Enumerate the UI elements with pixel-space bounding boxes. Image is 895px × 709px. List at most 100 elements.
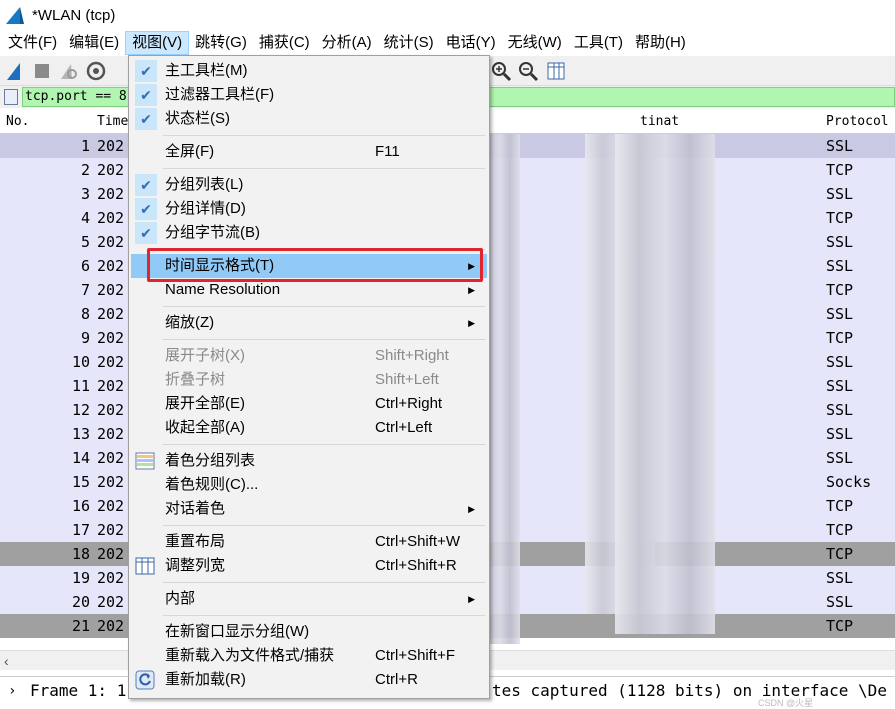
cell-no: 1 [80, 137, 90, 155]
frame-summary-left[interactable]: Frame 1: 1 [30, 681, 126, 700]
menu-item-shortcut: Shift+Left [375, 371, 439, 388]
cell-time: 202 [97, 305, 125, 323]
view-menu-item[interactable]: 调整列宽 Ctrl+Shift+R [131, 554, 487, 578]
view-menu-item: 展开子树(X) Shift+Right [131, 344, 487, 368]
menu-item-label: 折叠子树 [165, 371, 226, 388]
cell-time: 202 [97, 617, 125, 635]
cell-no: 20 [71, 593, 90, 611]
menu-6[interactable]: 统计(S) [378, 31, 440, 55]
menu-separator [163, 168, 485, 169]
menu-7[interactable]: 电话(Y) [440, 31, 502, 55]
view-menu-item[interactable]: ✔ 分组字节流(B) [131, 221, 487, 245]
cell-no: 21 [71, 617, 90, 635]
cell-protocol: TCP [826, 545, 854, 563]
cell-no: 12 [71, 401, 90, 419]
view-menu-item[interactable]: 在新窗口显示分组(W) [131, 620, 487, 644]
scroll-left-icon[interactable]: ‹ [4, 653, 9, 669]
view-menu-item[interactable]: 重新载入为文件格式/捕获 Ctrl+Shift+F [131, 644, 487, 668]
menu-item-shortcut: Ctrl+Right [375, 395, 443, 412]
cell-protocol: TCP [826, 209, 854, 227]
cell-time: 202 [97, 329, 125, 347]
expand-arrow-icon[interactable]: › [8, 683, 16, 699]
cell-no: 8 [80, 305, 90, 323]
cell-time: 202 [97, 521, 125, 539]
zoom-out-icon[interactable] [517, 60, 539, 82]
menu-4[interactable]: 捕获(C) [253, 31, 316, 55]
view-menu-item[interactable]: 内部 ▶ [131, 587, 487, 611]
menu-item-shortcut: Ctrl+R [375, 671, 418, 688]
view-menu-item[interactable]: 展开全部(E) Ctrl+Right [131, 392, 487, 416]
view-menu-item[interactable]: ✔ 状态栏(S) [131, 107, 487, 131]
menu-9[interactable]: 工具(T) [568, 31, 629, 55]
menu-item-label: 重置布局 [165, 533, 226, 550]
menu-separator [163, 135, 485, 136]
view-menu-item: 折叠子树 Shift+Left [131, 368, 487, 392]
menu-separator [163, 444, 485, 445]
frame-summary-right[interactable]: tes captured (1128 bits) on interface \D… [492, 681, 887, 700]
restart-capture-icon[interactable] [57, 60, 79, 82]
cell-protocol: TCP [826, 617, 854, 635]
view-menu-item[interactable]: ✔ 主工具栏(M) [131, 59, 487, 83]
cell-protocol: SSL [826, 185, 854, 203]
cell-protocol: TCP [826, 329, 854, 347]
resize-columns-icon[interactable] [545, 60, 567, 82]
menu-item-label: 收起全部(A) [165, 419, 245, 436]
view-menu-item[interactable]: 全屏(F) F11 [131, 140, 487, 164]
capture-options-icon[interactable] [85, 60, 107, 82]
view-menu-item[interactable]: ✔ 过滤器工具栏(F) [131, 83, 487, 107]
menu-item-label: 状态栏(S) [165, 110, 230, 127]
cell-time: 202 [97, 401, 125, 419]
cell-time: 202 [97, 185, 125, 203]
cell-no: 11 [71, 377, 90, 395]
menu-item-label: 主工具栏(M) [165, 62, 248, 79]
filter-bookmark-icon[interactable] [4, 89, 18, 105]
menu-item-label: 重新加载(R) [165, 671, 246, 688]
stop-capture-icon[interactable] [31, 60, 53, 82]
highlight-annotation-box [147, 248, 483, 282]
colorize-icon [135, 452, 155, 470]
cell-no: 5 [80, 233, 90, 251]
cell-protocol: SSL [826, 401, 854, 419]
cell-protocol: TCP [826, 521, 854, 539]
view-menu-item[interactable]: 重置布局 Ctrl+Shift+W [131, 530, 487, 554]
start-capture-icon[interactable] [4, 60, 26, 82]
view-menu-item[interactable]: 缩放(Z) ▶ [131, 311, 487, 335]
menu-item-label: 调整列宽 [165, 557, 226, 574]
menu-item-label: 展开全部(E) [165, 395, 245, 412]
submenu-arrow-icon: ▶ [468, 504, 475, 514]
menu-8[interactable]: 无线(W) [502, 31, 568, 55]
view-menu-item[interactable]: 收起全部(A) Ctrl+Left [131, 416, 487, 440]
menu-item-label: 分组字节流(B) [165, 224, 260, 241]
menu-10[interactable]: 帮助(H) [629, 31, 692, 55]
column-header-protocol[interactable]: Protocol [826, 114, 889, 129]
menu-5[interactable]: 分析(A) [316, 31, 378, 55]
cell-no: 16 [71, 497, 90, 515]
menu-0[interactable]: 文件(F) [2, 31, 63, 55]
column-header-destination[interactable]: tinat [640, 114, 679, 129]
menu-separator [163, 525, 485, 526]
view-menu-item[interactable]: 重新加载(R) Ctrl+R [131, 668, 487, 692]
menu-1[interactable]: 编辑(E) [63, 31, 125, 55]
column-header-time[interactable]: Time [97, 114, 128, 129]
view-menu-item[interactable]: 着色分组列表 [131, 449, 487, 473]
menu-separator [163, 582, 485, 583]
cell-protocol: SSL [826, 593, 854, 611]
menu-item-shortcut: Ctrl+Shift+R [375, 557, 457, 574]
menu-bar: 文件(F) 编辑(E) 视图(V) 跳转(G) 捕获(C) 分析(A) 统计(S) 电话(Y)… [0, 30, 895, 56]
cell-protocol: SSL [826, 233, 854, 251]
cell-time: 202 [97, 257, 125, 275]
view-menu-item[interactable]: ✔ 分组详情(D) [131, 197, 487, 221]
view-menu-item[interactable]: 着色规则(C)... [131, 473, 487, 497]
zoom-in-icon[interactable] [490, 60, 512, 82]
cell-protocol: TCP [826, 161, 854, 179]
checkmark-icon: ✔ [135, 60, 157, 82]
view-menu-item[interactable]: 对话着色 ▶ [131, 497, 487, 521]
view-menu-item[interactable]: ✔ 分组列表(L) [131, 173, 487, 197]
cell-no: 9 [80, 329, 90, 347]
menu-item-shortcut: Shift+Right [375, 347, 449, 364]
menu-item-shortcut: Ctrl+Shift+F [375, 647, 456, 664]
column-header-no[interactable]: No. [6, 114, 29, 129]
menu-3[interactable]: 跳转(G) [189, 31, 253, 55]
menu-2[interactable]: 视图(V) [125, 31, 190, 55]
checkmark-icon: ✔ [135, 198, 157, 220]
